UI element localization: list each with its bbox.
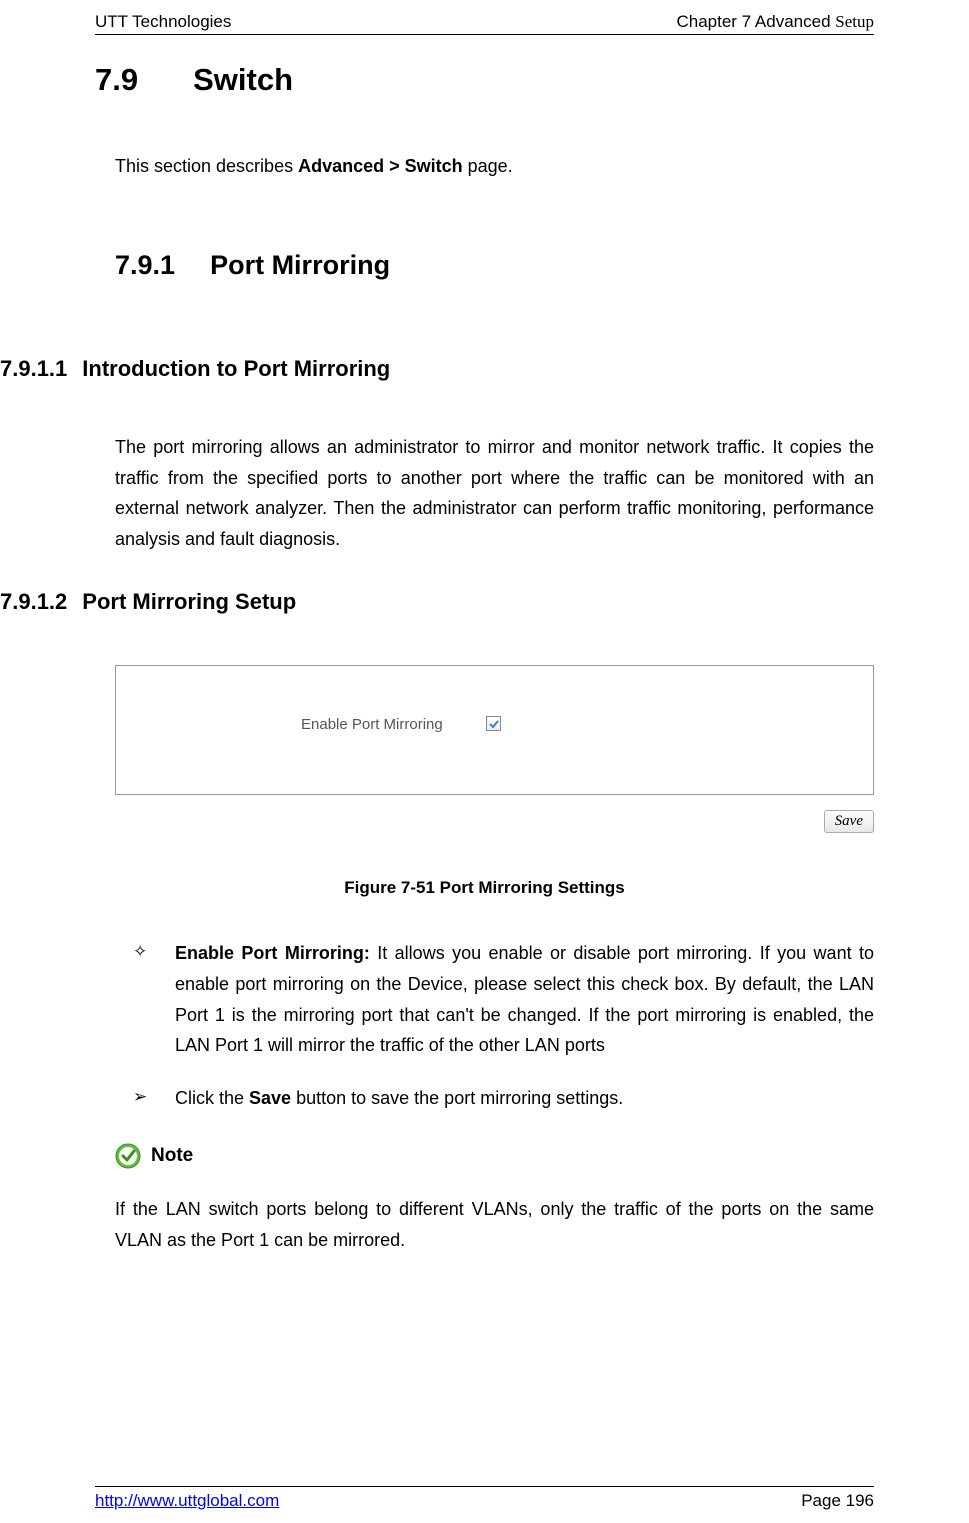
save-button[interactable]: Save [824, 810, 874, 833]
checkmark-icon [488, 718, 500, 730]
heading-number: 7.9 [95, 62, 138, 98]
settings-panel: Enable Port Mirroring [115, 665, 874, 795]
heading-number: 7.9.1.1 [0, 356, 67, 382]
note-header: Note [115, 1143, 874, 1169]
header-chapter: Chapter 7 Advanced Setup [676, 12, 874, 32]
diamond-bullet-icon: ✧ [133, 938, 147, 967]
checkbox-label: Enable Port Mirroring [301, 716, 443, 733]
list-item: ➢ Click the Save button to save the port… [143, 1083, 874, 1114]
page-content: 7.9 Switch This section describes Advanc… [95, 0, 874, 1256]
heading-title: Switch [193, 62, 293, 98]
header-company: UTT Technologies [95, 12, 231, 32]
heading-title: Introduction to Port Mirroring [82, 356, 390, 382]
heading-number: 7.9.1 [115, 250, 175, 281]
button-row: Save [115, 810, 874, 833]
intro-paragraph: This section describes Advanced > Switch… [115, 153, 874, 180]
body-paragraph: The port mirroring allows an administrat… [115, 432, 874, 554]
heading-number: 7.9.1.2 [0, 589, 67, 615]
heading-title: Port Mirroring [210, 250, 390, 281]
heading-level-1: 7.9 Switch [95, 62, 874, 98]
arrow-bullet-icon: ➢ [133, 1083, 147, 1112]
heading-level-3: 7.9.1.1 Introduction to Port Mirroring [0, 356, 874, 382]
list-item: ✧ Enable Port Mirroring: It allows you e… [143, 938, 874, 1060]
note-text: If the LAN switch ports belong to differ… [115, 1194, 874, 1255]
note-label: Note [151, 1145, 193, 1167]
heading-title: Port Mirroring Setup [82, 589, 296, 615]
enable-port-mirroring-checkbox[interactable] [486, 716, 501, 731]
checkmark-circle-icon [115, 1143, 141, 1169]
footer-page-number: Page 196 [801, 1491, 874, 1511]
footer-url[interactable]: http://www.uttglobal.com [95, 1491, 279, 1511]
page-footer: http://www.uttglobal.com Page 196 [95, 1486, 874, 1511]
figure-caption: Figure 7-51 Port Mirroring Settings [95, 878, 874, 898]
heading-level-2: 7.9.1 Port Mirroring [115, 250, 874, 281]
heading-level-3: 7.9.1.2 Port Mirroring Setup [0, 589, 874, 615]
page-header: UTT Technologies Chapter 7 Advanced Setu… [95, 12, 874, 35]
